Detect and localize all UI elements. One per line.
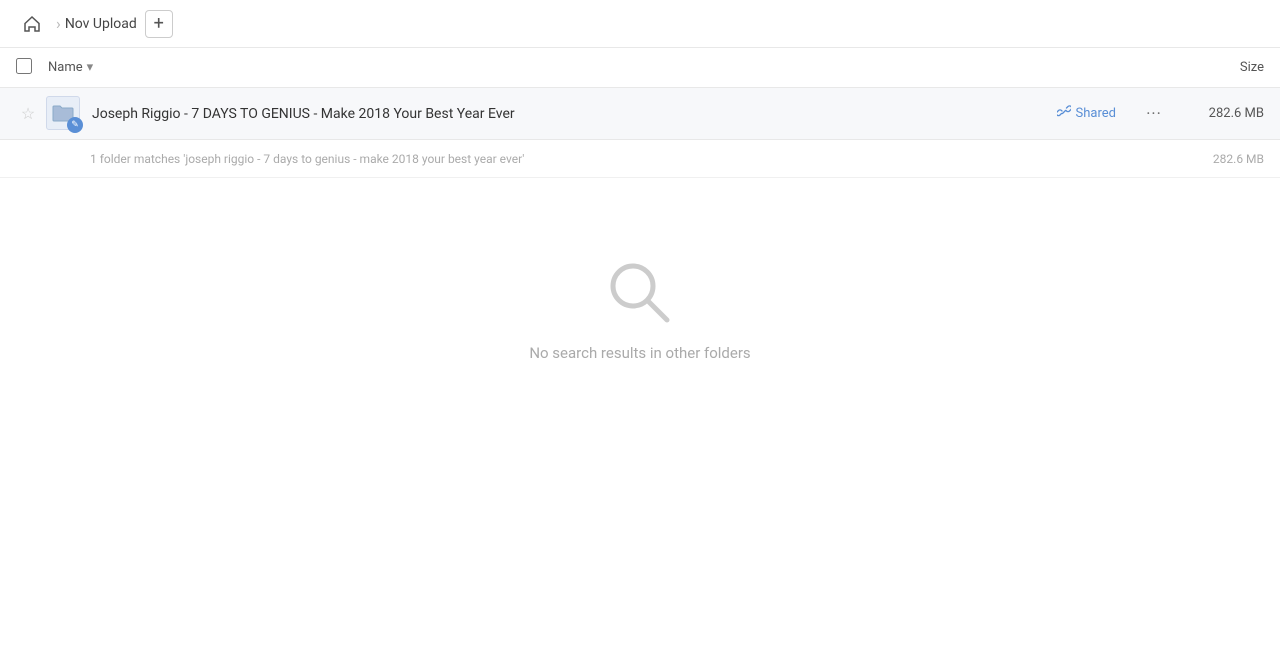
breadcrumb-separator: ›	[56, 14, 61, 33]
file-icon-inner: ✎	[46, 96, 80, 130]
empty-search-icon	[605, 258, 675, 328]
file-name[interactable]: Joseph Riggio - 7 DAYS TO GENIUS - Make …	[92, 106, 1049, 122]
select-all-input[interactable]	[16, 58, 32, 74]
size-column-header: Size	[1184, 60, 1264, 75]
match-size: 282.6 MB	[1184, 152, 1264, 166]
add-button[interactable]: +	[145, 10, 173, 38]
breadcrumb-nov-upload[interactable]: Nov Upload	[65, 16, 137, 32]
file-size: 282.6 MB	[1184, 106, 1264, 121]
star-icon: ☆	[21, 104, 35, 123]
empty-state-text: No search results in other folders	[529, 344, 750, 362]
top-bar: › Nov Upload +	[0, 0, 1280, 48]
file-row: ☆ ✎ Joseph Riggio - 7 DAYS TO GENIUS - M…	[0, 88, 1280, 140]
star-button[interactable]: ☆	[16, 102, 40, 126]
file-icon-container: ✎	[46, 96, 82, 132]
select-all-checkbox[interactable]	[16, 58, 40, 78]
link-icon	[1057, 105, 1071, 123]
home-button[interactable]	[16, 8, 48, 40]
shared-label: Shared	[1076, 106, 1116, 121]
more-icon: ···	[1146, 104, 1162, 123]
more-options-button[interactable]: ···	[1140, 100, 1168, 128]
match-info-row: 1 folder matches 'joseph riggio - 7 days…	[0, 140, 1280, 178]
empty-state: No search results in other folders	[0, 178, 1280, 402]
pencil-badge: ✎	[67, 117, 83, 133]
name-sort-icon: ▾	[87, 60, 94, 75]
match-text: 1 folder matches 'joseph riggio - 7 days…	[90, 152, 1184, 166]
shared-button[interactable]: Shared	[1049, 101, 1124, 127]
name-column-header[interactable]: Name ▾	[48, 60, 1184, 75]
name-column-label: Name	[48, 60, 83, 75]
column-header-row: Name ▾ Size	[0, 48, 1280, 88]
